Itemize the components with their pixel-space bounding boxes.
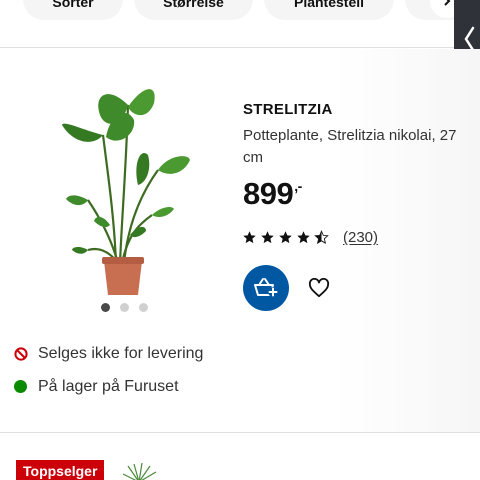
star-full-icon xyxy=(261,231,274,244)
carousel-dot[interactable] xyxy=(120,303,129,312)
filter-chip-size[interactable]: Størrelse xyxy=(134,0,253,20)
product-card[interactable]: STRELITZIA Potteplante, Strelitzia nikol… xyxy=(0,49,480,433)
product-price: 899,- xyxy=(243,176,302,212)
add-to-cart-button[interactable] xyxy=(243,265,289,311)
star-full-icon xyxy=(297,231,310,244)
not-available-icon xyxy=(14,347,28,361)
delivery-availability-text: Selges ikke for levering xyxy=(38,345,204,362)
image-carousel-dots xyxy=(101,303,148,312)
rating-stars xyxy=(242,230,329,245)
star-full-icon xyxy=(279,231,292,244)
carousel-dot[interactable] xyxy=(139,303,148,312)
filter-chip-plant-type[interactable]: Plantestell xyxy=(264,0,394,20)
store-stock-text: På lager på Furuset xyxy=(38,378,179,395)
delivery-availability: Selges ikke for levering xyxy=(14,345,203,363)
price-suffix: ,- xyxy=(294,178,302,194)
store-stock-availability[interactable]: På lager på Furuset xyxy=(14,378,179,396)
in-stock-icon xyxy=(14,380,28,394)
heart-icon xyxy=(308,278,330,298)
top-seller-badge: Toppselger xyxy=(16,460,105,480)
carousel-dot-active[interactable] xyxy=(101,303,110,312)
add-to-cart-icon xyxy=(254,278,278,297)
filter-chip-sort[interactable]: Sorter xyxy=(23,0,123,20)
chevron-right-icon xyxy=(444,0,451,6)
star-full-icon xyxy=(243,231,256,244)
product-image[interactable] xyxy=(48,75,198,295)
next-product-image[interactable] xyxy=(120,462,158,480)
filter-bar: Sorter Størrelse Plantestell xyxy=(0,0,480,48)
product-name: STRELITZIA xyxy=(243,101,333,118)
star-half-icon xyxy=(314,230,329,244)
reviews-count-link[interactable]: (230) xyxy=(343,229,378,246)
product-description: Potteplante, Strelitzia nikolai, 27 cm xyxy=(243,127,457,166)
price-value: 899 xyxy=(243,176,294,211)
product-rating[interactable]: (230) xyxy=(242,229,378,246)
add-to-favourites-button[interactable] xyxy=(303,272,335,304)
